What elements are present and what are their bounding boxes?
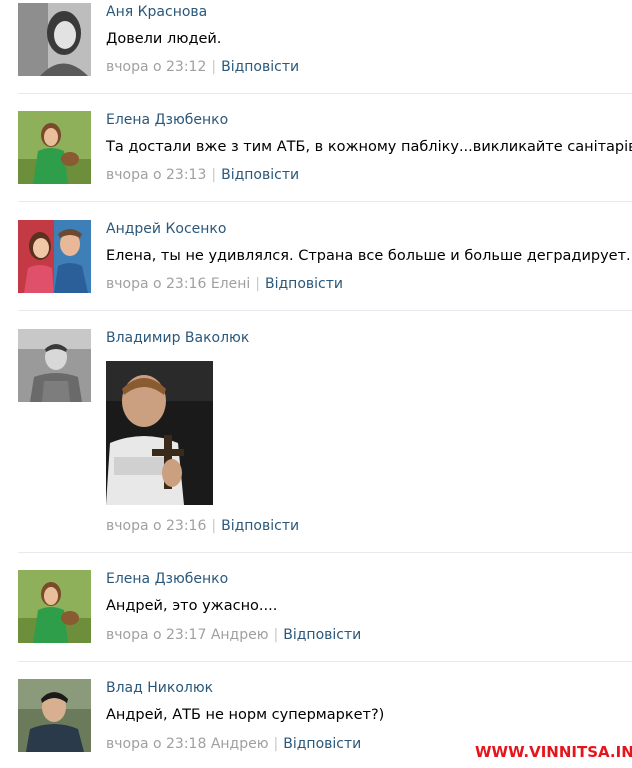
divider — [18, 201, 632, 202]
author-name[interactable]: Андрей Косенко — [106, 221, 226, 237]
author-name[interactable]: Аня Краснова — [106, 4, 207, 20]
comment-text: Андрей, АТБ не норм супермаркет?) — [106, 707, 385, 723]
separator: | — [273, 736, 279, 752]
reply-link[interactable]: Відповісти — [221, 59, 299, 75]
separator: | — [211, 59, 217, 75]
comment-text: Андрей, это ужасно.... — [106, 598, 278, 614]
comment-meta: вчора о 23:16 Елені | Відповісти — [106, 276, 343, 292]
avatar[interactable] — [18, 679, 91, 752]
reply-link[interactable]: Відповісти — [283, 736, 361, 752]
comment-meta: вчора о 23:13 | Відповісти — [106, 167, 299, 183]
author-name[interactable]: Владимир Ваколюк — [106, 330, 249, 346]
comment-meta: вчора о 23:18 Андрею | Відповісти — [106, 736, 361, 752]
comment-text: Елена, ты не удивлялся. Страна все больш… — [106, 248, 632, 264]
comment-meta: вчора о 23:16 | Відповісти — [106, 518, 299, 534]
divider — [18, 93, 632, 94]
timestamp[interactable]: вчора о 23:18 — [106, 736, 206, 752]
divider — [18, 310, 632, 311]
site-watermark: WWW.VINNITSA.INFO — [475, 743, 632, 761]
separator: | — [273, 627, 279, 643]
reply-link[interactable]: Відповісти — [221, 518, 299, 534]
author-name[interactable]: Елена Дзюбенко — [106, 112, 228, 128]
divider — [18, 661, 632, 662]
attached-photo[interactable] — [106, 361, 213, 505]
reply-link[interactable]: Відповісти — [265, 276, 343, 292]
avatar[interactable] — [18, 329, 91, 402]
author-name[interactable]: Елена Дзюбенко — [106, 571, 228, 587]
reply-to-name[interactable]: Елені — [211, 276, 250, 292]
timestamp[interactable]: вчора о 23:16 — [106, 518, 206, 534]
separator: | — [211, 167, 217, 183]
avatar[interactable] — [18, 220, 91, 293]
comment-text: Довели людей. — [106, 31, 222, 47]
author-name[interactable]: Влад Николюк — [106, 680, 213, 696]
timestamp[interactable]: вчора о 23:12 — [106, 59, 206, 75]
comment-meta: вчора о 23:17 Андрею | Відповісти — [106, 627, 361, 643]
comment-meta: вчора о 23:12 | Відповісти — [106, 59, 299, 75]
separator: | — [255, 276, 260, 292]
timestamp[interactable]: вчора о 23:17 — [106, 627, 206, 643]
avatar[interactable] — [18, 111, 91, 184]
reply-link[interactable]: Відповісти — [283, 627, 361, 643]
avatar[interactable] — [18, 570, 91, 643]
reply-link[interactable]: Відповісти — [221, 167, 299, 183]
timestamp[interactable]: вчора о 23:13 — [106, 167, 206, 183]
separator: | — [211, 518, 217, 534]
reply-to-name[interactable]: Андрею — [211, 627, 269, 643]
divider — [18, 552, 632, 553]
comment-text: Та достали вже з тим АТБ, в кожному пабл… — [106, 139, 632, 155]
reply-to-name[interactable]: Андрею — [211, 736, 269, 752]
avatar[interactable] — [18, 3, 91, 76]
timestamp[interactable]: вчора о 23:16 — [106, 276, 206, 292]
